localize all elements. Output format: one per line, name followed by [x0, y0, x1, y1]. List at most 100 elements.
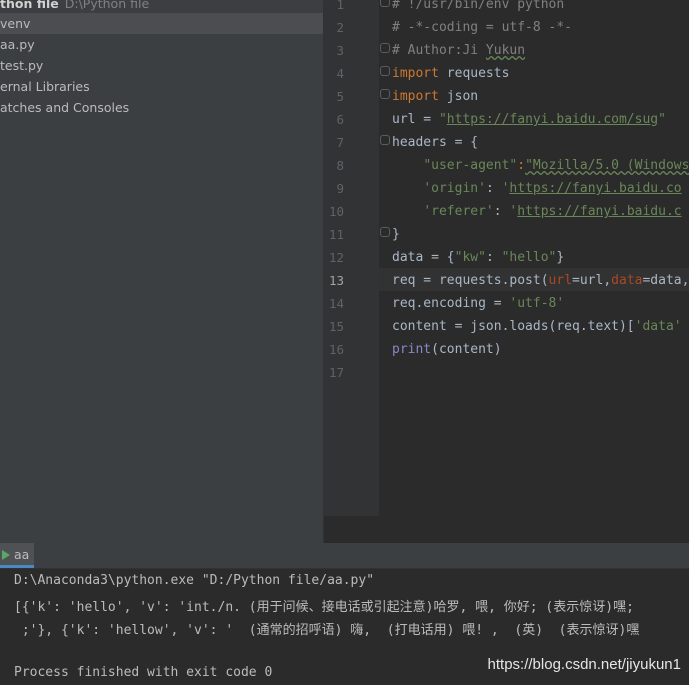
code-line-9: 'origin': 'https://fanyi.baidu.co — [392, 177, 681, 200]
project-root-path: D:\Python file — [64, 0, 150, 11]
console-line: D:\Anaconda3\python.exe "D:/Python file/… — [14, 573, 375, 588]
code-line-7: headers = { — [392, 135, 479, 150]
code-punct: } — [556, 250, 565, 265]
dict-value: "Mozilla/5.0 (Windows — [525, 158, 689, 173]
string-quote: " — [438, 112, 447, 127]
fold-marker-icon[interactable] — [380, 43, 390, 53]
line-number: 5 — [336, 89, 344, 104]
tree-item-label: venv — [0, 16, 31, 31]
code-line-12: data = {"kw": "hello"} — [392, 246, 564, 269]
tree-item-label: ernal Libraries — [0, 79, 90, 94]
line-number: 10 — [328, 204, 344, 219]
line-number: 16 — [328, 342, 344, 357]
code-line-13: req = requests.post(url=url,data=data, — [392, 269, 689, 292]
line-number: 9 — [336, 181, 344, 196]
line-number: 7 — [336, 135, 344, 150]
line-number: 6 — [336, 112, 344, 127]
project-root[interactable]: thon file D:\Python file — [0, 0, 323, 14]
line-number: 17 — [328, 365, 344, 380]
fold-marker-icon[interactable] — [380, 89, 390, 99]
line-number: 3 — [336, 43, 344, 58]
code-line-1: # !/usr/bin/env python — [392, 0, 565, 12]
code-line-15: content = json.loads(req.text)['data' — [392, 315, 682, 338]
line-number: 8 — [336, 158, 344, 173]
fold-marker-icon[interactable] — [380, 227, 390, 237]
dict-value: "hello" — [501, 250, 557, 265]
code-text: url = — [392, 112, 439, 127]
code-text: req = requests.post( — [392, 273, 549, 288]
code-punct: : — [485, 250, 502, 265]
code-line-3: # Author:Ji Yukun — [392, 39, 525, 62]
tree-item-test-py[interactable]: test.py — [0, 55, 323, 76]
run-tab-label: aa — [14, 547, 30, 562]
comment-name: Yukun — [485, 43, 526, 58]
code-line-5: import json — [392, 85, 478, 108]
tree-item-label: aa.py — [0, 37, 35, 52]
line-number: 11 — [328, 227, 344, 242]
tree-item-venv[interactable]: venv — [0, 13, 323, 34]
editor-scroll-area[interactable] — [324, 516, 689, 543]
line-number: 15 — [328, 319, 344, 334]
fold-marker-icon[interactable] — [380, 135, 390, 145]
tree-item-label: atches and Consoles — [0, 100, 130, 115]
code-text: data = { — [392, 250, 455, 265]
string-literal: 'utf-8' — [509, 296, 565, 311]
run-toolbar: aa — [0, 543, 689, 569]
dict-key: "user-agent" — [423, 158, 518, 173]
line-number: 2 — [336, 20, 344, 35]
dict-key: 'referer' — [423, 204, 494, 219]
keyword-arg: data — [611, 273, 643, 288]
code-editor[interactable]: 1 2 3 4 5 6 7 8 9 10 11 12 13 14 15 16 1… — [324, 0, 689, 543]
code-punct: : — [517, 158, 526, 173]
code-text: =data, — [642, 273, 689, 288]
module-name: json — [438, 89, 479, 104]
keyword: import — [392, 66, 439, 81]
code-line-11: } — [392, 227, 400, 242]
url-link[interactable]: https://fanyi.baidu.c — [517, 204, 681, 219]
line-number: 12 — [328, 250, 344, 265]
code-text: content = json.loads(req.text)[ — [392, 319, 635, 334]
project-panel: thon file D:\Python file venv aa.py test.… — [0, 0, 323, 543]
code-line-6: url = "https://fanyi.baidu.com/sug" — [392, 108, 666, 131]
code-text: =url, — [572, 273, 612, 288]
keyword-arg: url — [548, 273, 573, 288]
line-number: 4 — [336, 66, 344, 81]
python-run-icon — [2, 550, 10, 560]
line-number: 1 — [336, 0, 344, 12]
project-root-name: thon file — [0, 0, 59, 11]
run-tab[interactable]: aa — [0, 543, 34, 568]
url-link[interactable]: https://fanyi.baidu.co — [509, 181, 681, 196]
comment-text: # Author:Ji — [392, 43, 486, 58]
line-number-current: 13 — [328, 273, 344, 288]
code-line-16: print(content) — [392, 338, 502, 361]
console-line: [{'k': 'hello', 'v': 'int./n. (用于问候、接电话或… — [14, 600, 634, 615]
watermark-text: https://blog.csdn.net/jiyukun1 — [487, 656, 681, 673]
code-line-4: import requests — [392, 62, 509, 85]
line-number-gutter: 1 2 3 4 5 6 7 8 9 10 11 12 13 14 15 16 1… — [324, 0, 379, 516]
tree-item-aa-py[interactable]: aa.py — [0, 34, 323, 55]
tree-item-scratches-consoles[interactable]: atches and Consoles — [0, 97, 323, 118]
line-number: 14 — [328, 296, 344, 311]
string-quote: " — [658, 112, 666, 127]
code-punct: : — [493, 204, 510, 219]
code-punct: : — [485, 181, 502, 196]
code-line-10: 'referer': 'https://fanyi.baidu.c — [392, 200, 681, 223]
code-line-8: "user-agent":"Mozilla/5.0 (Windows — [392, 154, 689, 177]
code-line-14: req.encoding = 'utf-8' — [392, 292, 564, 315]
module-name: requests — [438, 66, 510, 81]
tree-item-label: test.py — [0, 58, 44, 73]
string-literal: 'data' — [634, 319, 682, 334]
dict-key: 'origin' — [423, 181, 486, 196]
code-text: req.encoding = — [392, 296, 510, 311]
builtin-function: print — [392, 342, 432, 357]
tree-item-external-libraries[interactable]: ernal Libraries — [0, 76, 323, 97]
console-line: ;'}, {'k': 'hellow', 'v': ' (通常的招呼语) 嗨, … — [14, 623, 640, 638]
keyword: import — [392, 89, 439, 104]
fold-marker-icon[interactable] — [380, 0, 390, 7]
dict-key: "kw" — [454, 250, 486, 265]
code-line-2: # -*-coding = utf-8 -*- — [392, 20, 573, 35]
fold-marker-icon[interactable] — [380, 66, 390, 76]
console-line: Process finished with exit code 0 — [14, 665, 273, 680]
url-link[interactable]: https://fanyi.baidu.com/sug — [447, 112, 658, 127]
code-text: (content) — [431, 342, 502, 357]
